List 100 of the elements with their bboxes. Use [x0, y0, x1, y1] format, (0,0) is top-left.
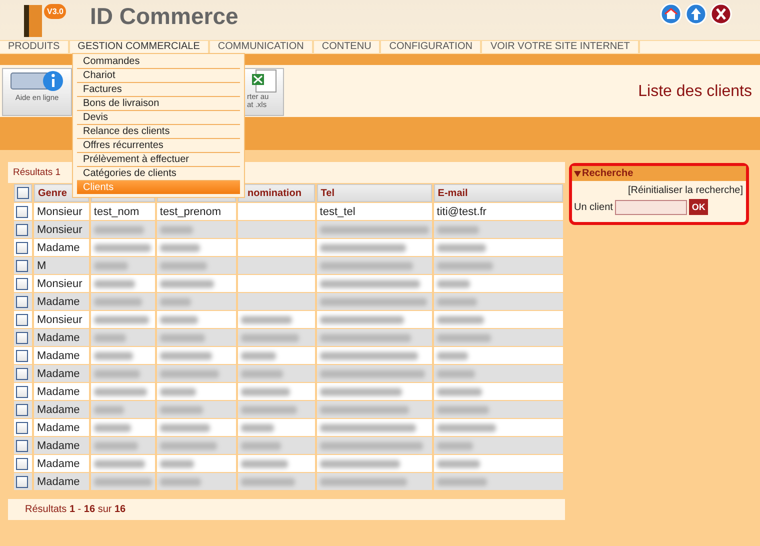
table-cell: Monsieur	[34, 221, 89, 238]
row-checkbox[interactable]	[16, 368, 28, 380]
table-cell: Madame	[34, 473, 89, 490]
menu-item[interactable]: Commandes	[77, 55, 240, 69]
blurred-text	[94, 244, 151, 252]
row-checkbox[interactable]	[16, 206, 28, 218]
home-icon[interactable]	[660, 3, 682, 25]
blurred-text	[94, 370, 140, 378]
row-checkbox[interactable]	[16, 476, 28, 488]
app-logo-text: ID Commerce	[90, 2, 238, 30]
column-header: nomination	[238, 184, 315, 202]
table-cell: Monsieur	[34, 311, 89, 328]
blurred-text	[160, 298, 191, 306]
blurred-text	[240, 388, 290, 396]
blurred-text	[240, 334, 299, 342]
row-checkbox[interactable]	[16, 422, 28, 434]
blurred-text	[160, 262, 207, 270]
menu-item[interactable]: Chariot	[77, 69, 240, 83]
blurred-text	[240, 478, 295, 486]
blurred-text	[436, 406, 489, 414]
table-cell: Monsieur	[34, 203, 89, 220]
row-checkbox[interactable]	[16, 314, 28, 326]
blurred-text	[160, 370, 219, 378]
blurred-text	[240, 424, 274, 432]
blurred-text	[160, 388, 196, 396]
ok-button[interactable]: OK	[688, 199, 708, 215]
blurred-text	[94, 352, 133, 360]
row-checkbox[interactable]	[16, 350, 28, 362]
row-checkbox[interactable]	[16, 440, 28, 452]
results-count: Résultats 1 - 16 sur 16	[8, 499, 565, 520]
blurred-text	[160, 424, 210, 432]
table-cell: Madame	[34, 455, 89, 472]
row-checkbox[interactable]	[16, 242, 28, 254]
row-checkbox[interactable]	[16, 224, 28, 236]
table-cell: Madame	[34, 347, 89, 364]
row-checkbox[interactable]	[16, 278, 28, 290]
row-checkbox[interactable]	[16, 332, 28, 344]
blurred-text	[240, 406, 297, 414]
table-cell: Madame	[34, 239, 89, 256]
row-checkbox[interactable]	[16, 458, 28, 470]
blurred-text	[94, 226, 144, 234]
table-cell: test_prenom	[156, 203, 236, 220]
row-checkbox[interactable]	[16, 386, 28, 398]
blurred-text	[160, 244, 200, 252]
blurred-text	[94, 280, 135, 288]
blurred-text	[94, 388, 147, 396]
menu-item[interactable]: Factures	[77, 83, 240, 97]
reset-search-link[interactable]: [Réinitialiser la recherche]	[572, 181, 746, 199]
product-box-icon	[22, 3, 44, 39]
row-checkbox[interactable]	[16, 296, 28, 308]
table-cell: Madame	[34, 365, 89, 382]
table-cell: Madame	[34, 329, 89, 346]
column-header: Tel	[316, 184, 432, 202]
info-icon	[9, 69, 65, 93]
blurred-text	[160, 280, 214, 288]
table-cell: test_nom	[90, 203, 155, 220]
blurred-text	[160, 316, 198, 324]
blurred-text	[94, 442, 138, 450]
blurred-text	[240, 442, 281, 450]
table-cell: test_tel	[316, 203, 432, 220]
blurred-text	[160, 334, 205, 342]
menu-item[interactable]: Devis	[77, 111, 240, 125]
field-label: Un client	[574, 202, 613, 212]
menu-item[interactable]: Bons de livraison	[77, 97, 240, 111]
search-title-text: Recherche	[582, 168, 634, 179]
blurred-text	[160, 406, 203, 414]
table-cell: Madame	[34, 419, 89, 436]
row-checkbox[interactable]	[16, 260, 28, 272]
row-checkbox[interactable]	[16, 404, 28, 416]
menu-item[interactable]: Prélèvement à effectuer	[77, 153, 240, 167]
column-header: E-mail	[434, 184, 563, 202]
blurred-text	[94, 334, 126, 342]
table-cell: Madame	[34, 293, 89, 310]
blurred-text	[436, 280, 470, 288]
blurred-text	[240, 352, 276, 360]
select-all-checkbox[interactable]	[17, 187, 29, 199]
blurred-text	[436, 262, 493, 270]
search-panel-title[interactable]: Recherche	[572, 166, 746, 181]
blurred-text	[240, 460, 288, 468]
blurred-text	[94, 316, 149, 324]
blurred-text	[436, 442, 473, 450]
table-cell: Madame	[34, 401, 89, 418]
blurred-text	[436, 334, 491, 342]
blurred-text	[436, 298, 477, 306]
blurred-text	[436, 370, 475, 378]
close-icon[interactable]	[710, 3, 732, 25]
blurred-text	[94, 478, 152, 486]
client-search-field[interactable]	[614, 200, 687, 214]
blurred-text	[240, 370, 283, 378]
blurred-text	[94, 406, 124, 414]
blurred-text	[160, 478, 201, 486]
page-title: Liste des clients	[638, 82, 753, 102]
blurred-text	[94, 298, 142, 306]
menu-item[interactable]: Offres récurrentes	[77, 139, 240, 153]
blurred-text	[436, 424, 496, 432]
blurred-text	[436, 388, 482, 396]
triangle-icon	[574, 170, 581, 176]
menu-item[interactable]: Relance des clients	[77, 125, 240, 139]
blurred-text	[436, 316, 484, 324]
table-cell: Monsieur	[34, 275, 89, 292]
